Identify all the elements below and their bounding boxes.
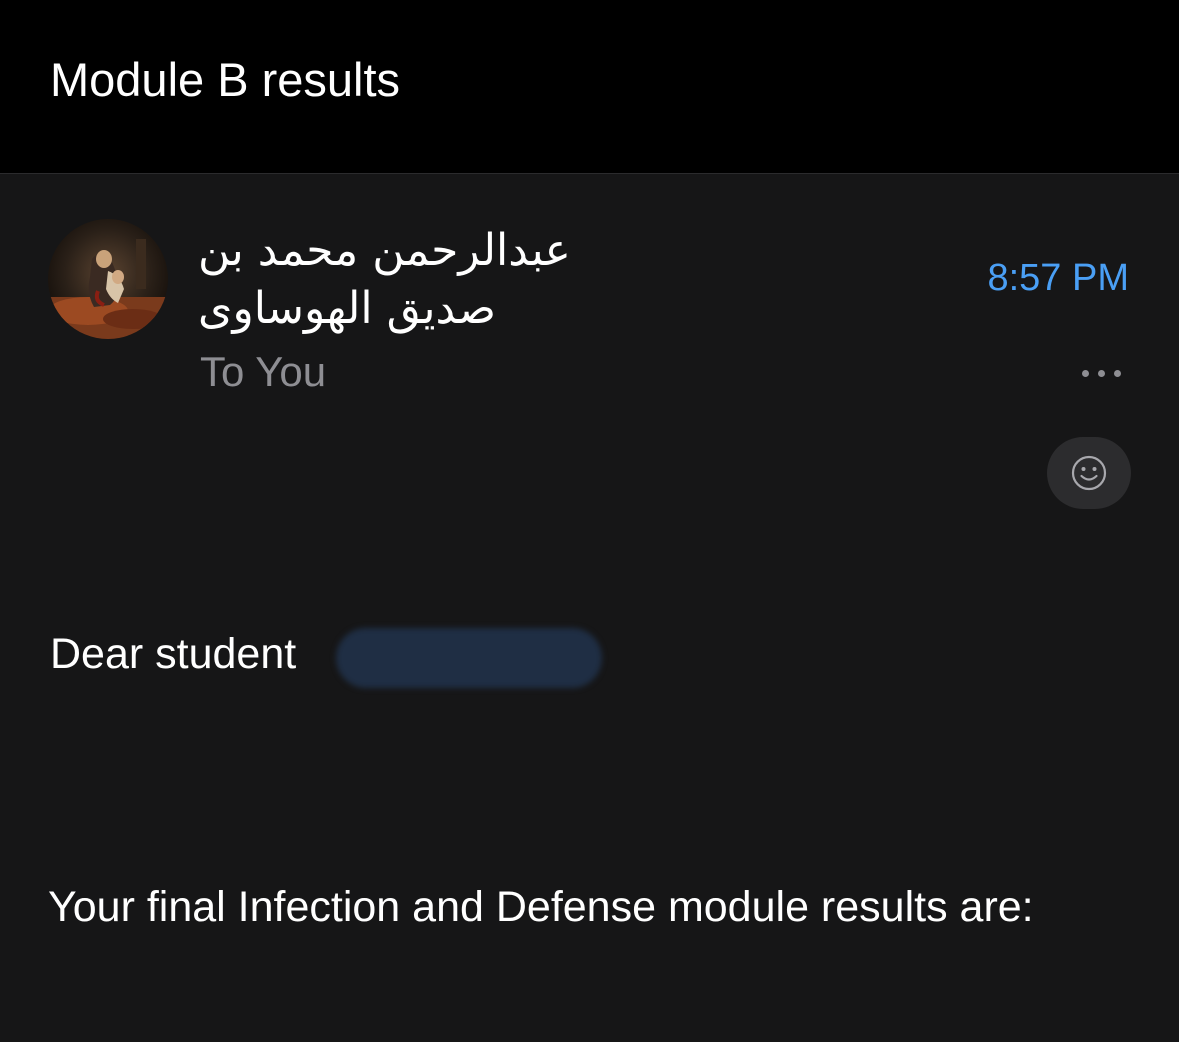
greeting-text: Dear student xyxy=(50,630,297,678)
email-body: Your final Infection and Defense module … xyxy=(48,883,1034,931)
sent-time: 8:57 PM xyxy=(987,257,1129,299)
more-dot xyxy=(1114,370,1121,377)
recipient-label[interactable]: To You xyxy=(200,348,326,396)
smiley-icon xyxy=(1071,455,1107,491)
sender-name-line-1: عبدالرحمن محمد بن xyxy=(198,225,571,276)
reaction-button[interactable] xyxy=(1047,437,1131,509)
email-subject: Module B results xyxy=(50,53,401,106)
redacted-name xyxy=(336,628,602,688)
more-dot xyxy=(1082,370,1089,377)
sender-name[interactable]: عبدالرحمن محمد بن صديق الهوساوى xyxy=(198,222,638,338)
more-dot xyxy=(1098,370,1105,377)
sender-name-line-2: صديق الهوساوى xyxy=(198,283,496,334)
avatar-painting-icon xyxy=(48,219,168,339)
sender-avatar[interactable] xyxy=(48,219,168,339)
more-options-button[interactable] xyxy=(1080,370,1122,380)
subject-header: Module B results xyxy=(0,0,1179,174)
